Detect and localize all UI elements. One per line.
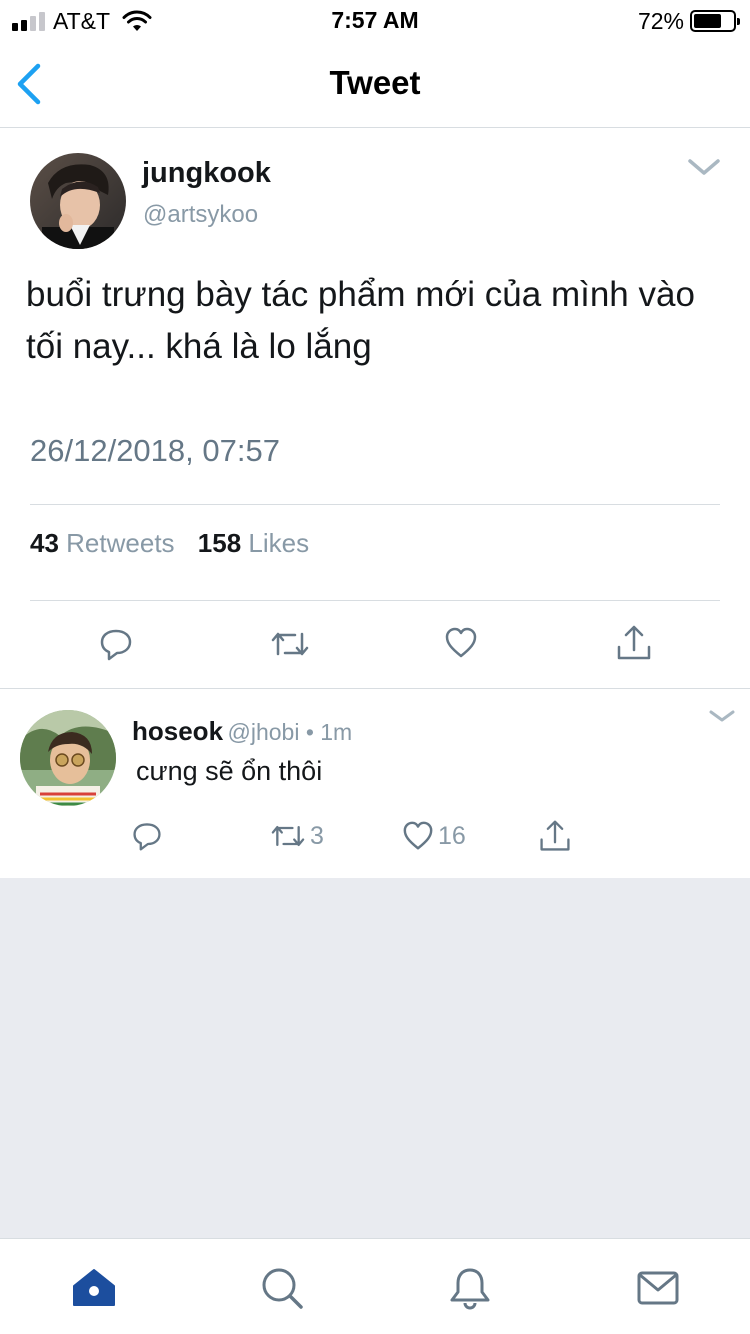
tab-bar — [0, 1238, 750, 1334]
handle[interactable]: @artsykoo — [143, 201, 258, 229]
status-right: 72% — [637, 7, 740, 34]
chevron-down-icon[interactable] — [686, 155, 722, 179]
reply-like-count: 16 — [438, 821, 466, 850]
heart-icon[interactable] — [444, 626, 478, 660]
tweet-stats: 43 Retweets 158 Likes — [30, 528, 325, 559]
reply-display-name[interactable]: hoseok — [132, 716, 223, 746]
likes-label[interactable]: Likes — [248, 528, 309, 558]
display-name[interactable]: jungkook — [142, 157, 271, 190]
heart-icon — [403, 821, 433, 850]
chevron-down-icon[interactable] — [708, 706, 736, 726]
reply-icon[interactable] — [98, 626, 134, 662]
share-icon[interactable] — [616, 624, 652, 662]
home-icon[interactable] — [71, 1265, 117, 1311]
tweet-timestamp: 26/12/2018, 07:57 — [30, 433, 280, 468]
reply-icon — [133, 823, 161, 851]
likes-count[interactable]: 158 — [198, 528, 241, 558]
main-tweet: jungkook @artsykoo buổi trưng bày tác ph… — [0, 129, 750, 689]
retweets-count[interactable]: 43 — [30, 528, 59, 558]
divider — [30, 600, 720, 601]
retweet-icon[interactable] — [270, 626, 310, 662]
search-icon[interactable] — [259, 1265, 305, 1311]
reply-retweet-count: 3 — [310, 821, 324, 850]
avatar[interactable] — [20, 710, 116, 806]
avatar[interactable] — [30, 153, 126, 249]
retweets-label[interactable]: Retweets — [66, 528, 174, 558]
empty-area — [0, 878, 750, 1238]
status-bar: AT&T 7:57 AM 72% — [0, 0, 750, 40]
reply-tweet[interactable]: hoseok @jhobi • 1m cưng sẽ ổn thôi 3 16 — [0, 690, 750, 878]
nav-bar: Tweet — [0, 40, 750, 128]
notifications-icon[interactable] — [447, 1265, 493, 1311]
battery-percent: 72% — [637, 7, 684, 34]
reply-header: hoseok @jhobi • 1m — [132, 716, 352, 747]
reply-like-button[interactable]: 16 — [402, 818, 466, 854]
reply-share-button[interactable] — [538, 818, 572, 854]
share-icon — [540, 820, 570, 851]
reply-text: cưng sẽ ổn thôi — [136, 756, 323, 786]
reply-meta: @jhobi • 1m — [227, 719, 353, 745]
page-title: Tweet — [329, 64, 421, 101]
messages-icon[interactable] — [635, 1265, 681, 1311]
tweet-text: buổi trưng bày tác phẩm mới của mình vào… — [26, 275, 695, 366]
battery-fill — [694, 14, 722, 28]
reply-reply-button[interactable] — [131, 818, 163, 854]
divider — [30, 504, 720, 505]
reply-retweet-button[interactable]: 3 — [270, 818, 324, 854]
battery-icon — [690, 10, 740, 32]
retweet-icon — [271, 825, 305, 847]
